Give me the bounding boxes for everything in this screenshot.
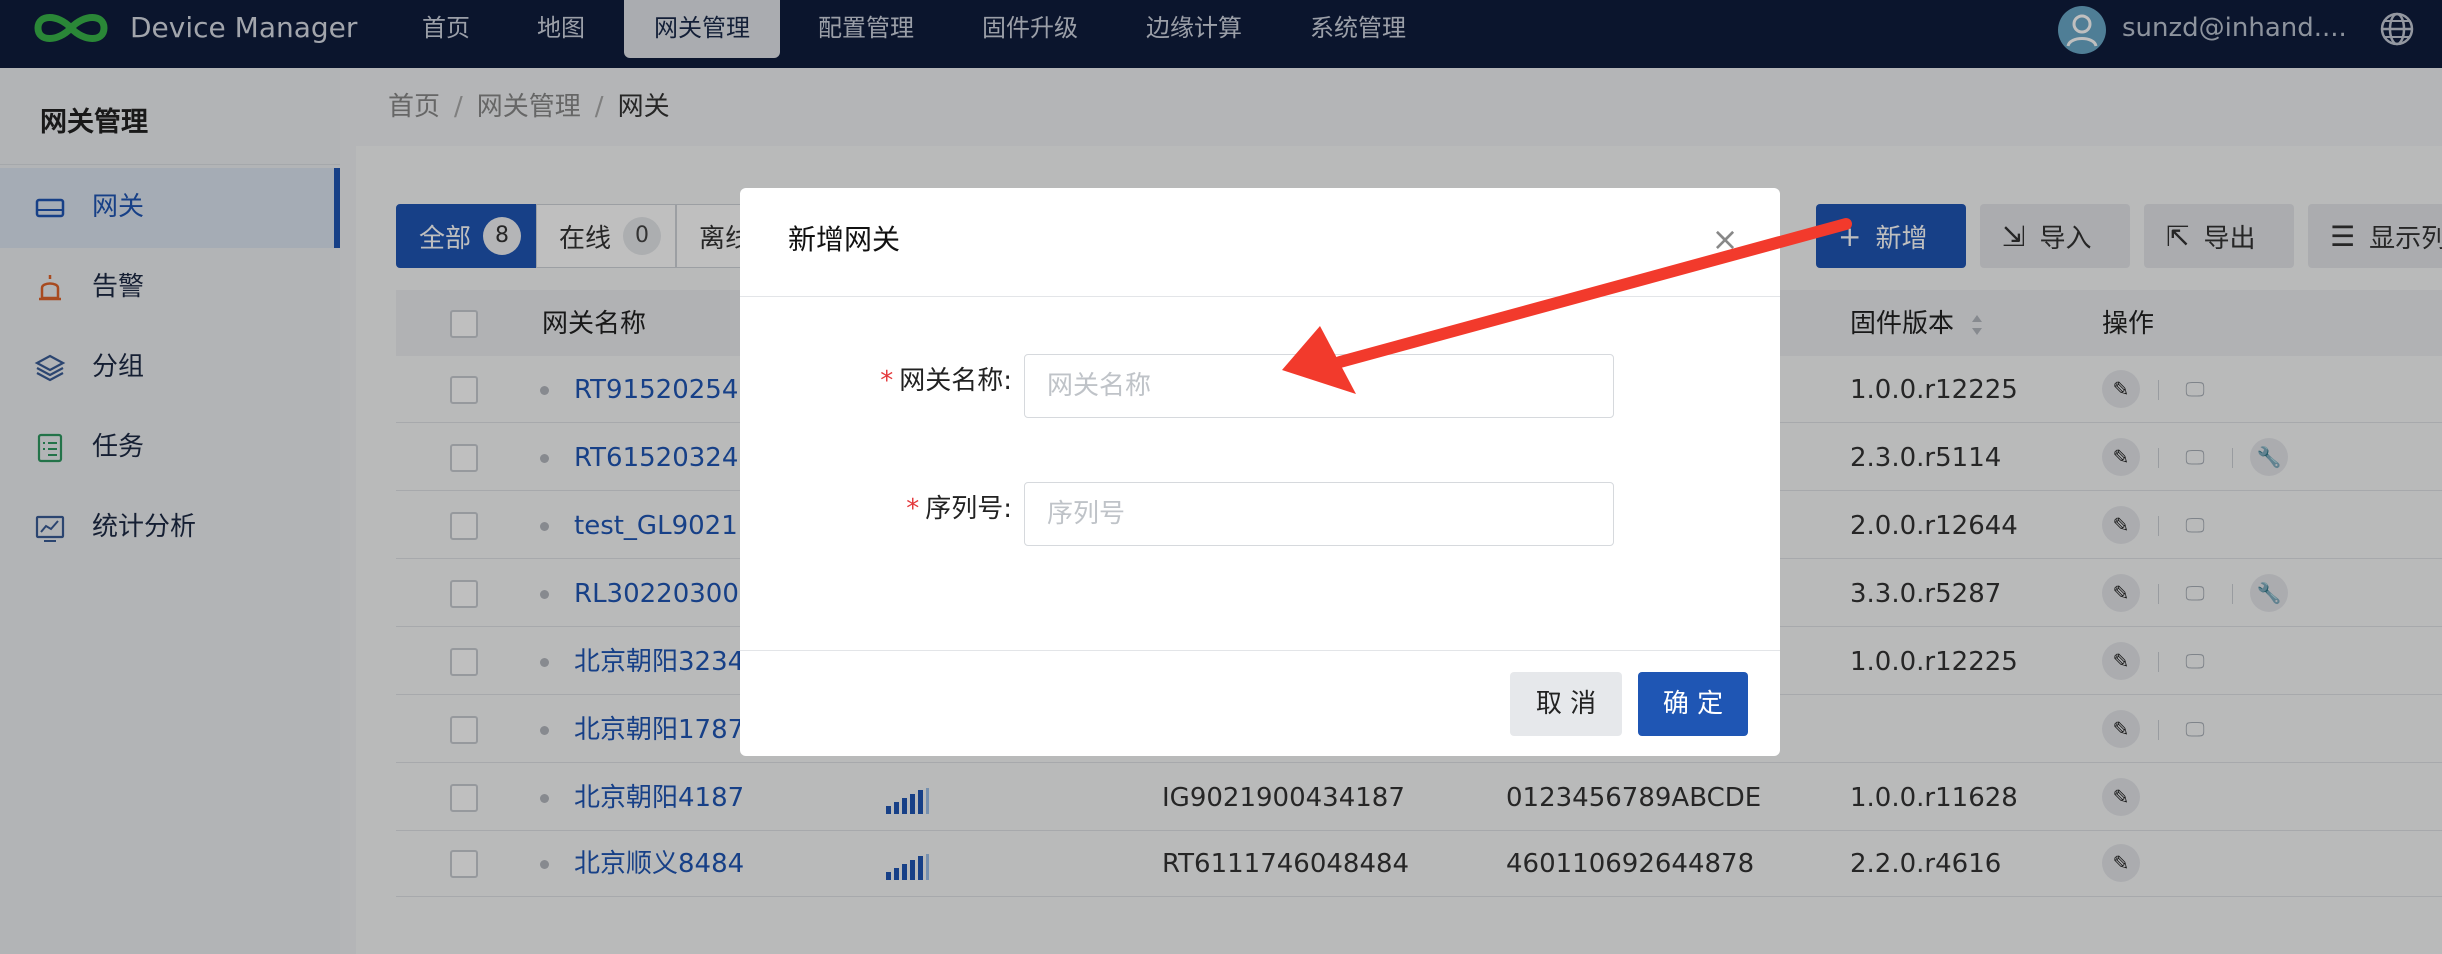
serial-number-label-text: 序列号: bbox=[925, 494, 1012, 524]
dialog-divider bbox=[740, 296, 1780, 297]
required-mark: * bbox=[906, 494, 920, 524]
close-icon[interactable]: × bbox=[1710, 223, 1740, 255]
dialog-title: 新增网关 bbox=[788, 223, 901, 256]
cancel-button[interactable]: 取 消 bbox=[1510, 672, 1622, 736]
serial-number-input[interactable] bbox=[1024, 482, 1614, 546]
dialog-footer-divider bbox=[740, 650, 1780, 651]
required-mark: * bbox=[880, 366, 894, 396]
add-gateway-dialog: 新增网关 × *网关名称: *序列号: 取 消 确 定 bbox=[740, 188, 1780, 756]
gateway-name-input[interactable] bbox=[1024, 354, 1614, 418]
confirm-button[interactable]: 确 定 bbox=[1638, 672, 1748, 736]
gateway-name-label-text: 网关名称: bbox=[899, 366, 1012, 396]
